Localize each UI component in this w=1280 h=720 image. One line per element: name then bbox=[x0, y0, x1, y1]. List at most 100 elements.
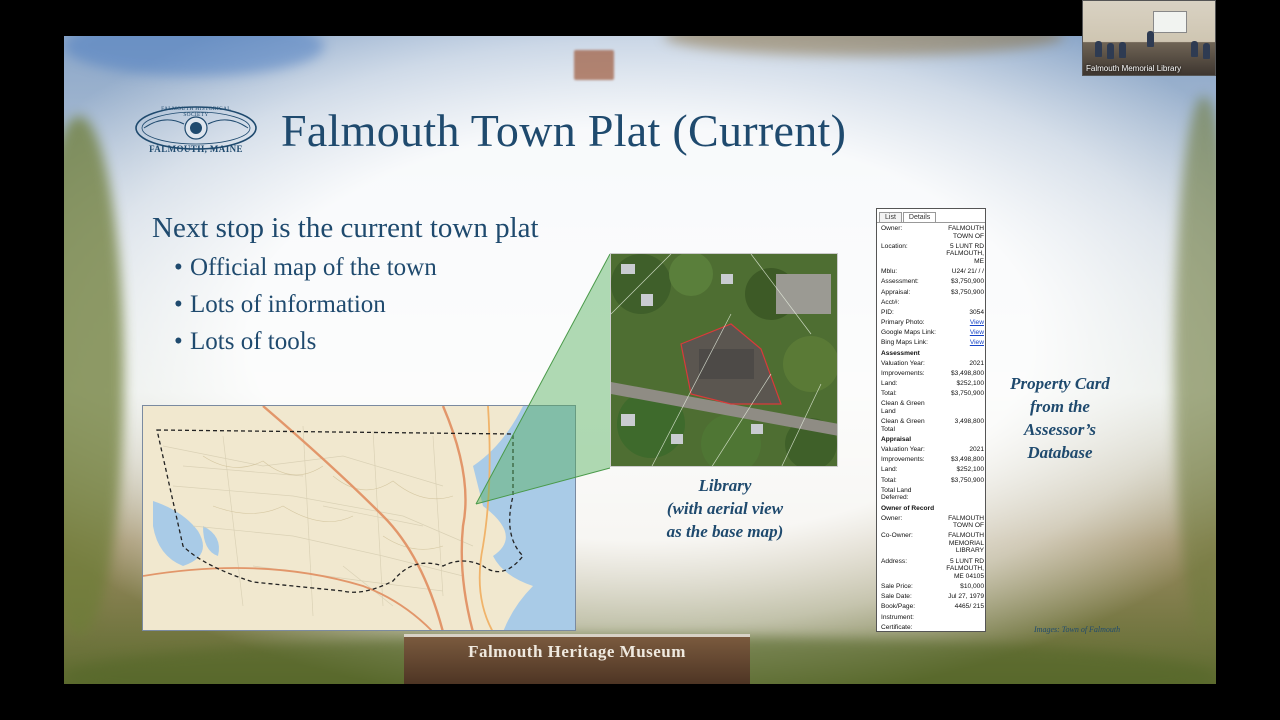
property-caption-line: Database bbox=[1027, 443, 1093, 462]
property-row-value bbox=[939, 299, 984, 307]
image-credit: Images: Town of Falmouth bbox=[1034, 625, 1121, 634]
property-row-label: Primary Photo: bbox=[881, 319, 925, 327]
property-row-value bbox=[939, 614, 984, 622]
property-row-label: Total: bbox=[881, 390, 897, 398]
property-row: Valuation Year: 2021 bbox=[881, 360, 984, 368]
property-row: Certificate: bbox=[881, 624, 984, 631]
property-row-label: Bing Maps Link: bbox=[881, 339, 928, 347]
assessment-header: Assessment bbox=[881, 349, 920, 357]
property-row-label: Sale Date: bbox=[881, 593, 912, 601]
property-row-value: U24/ 21/ / / bbox=[951, 268, 984, 276]
property-row-value: $3,750,900 bbox=[950, 476, 984, 484]
property-card-tabs: List Details bbox=[877, 209, 985, 223]
property-row-value: FALMOUTH TOWN OF bbox=[948, 225, 984, 240]
property-row-label: Address: bbox=[881, 557, 908, 565]
property-row: Land: $252,100 bbox=[881, 380, 984, 388]
property-caption-line: Property Card bbox=[1010, 374, 1110, 393]
property-row-label: Location: bbox=[881, 242, 908, 250]
property-row: Book/Page: 4465/ 215 bbox=[881, 603, 984, 611]
property-row-value: $3,750,900 bbox=[950, 278, 984, 286]
bullet-text: Lots of tools bbox=[190, 328, 317, 355]
tab-list[interactable]: List bbox=[879, 212, 902, 222]
owner-of-record-header: Owner of Record bbox=[881, 504, 935, 512]
property-row-label: Book/Page: bbox=[881, 603, 916, 611]
property-row-value: 3,498,800 bbox=[954, 418, 984, 426]
video-person bbox=[1095, 41, 1102, 57]
property-row-label: Improvements: bbox=[881, 456, 925, 464]
property-row-link[interactable]: View bbox=[939, 319, 984, 327]
property-row: Sale Price: $10,000 bbox=[881, 583, 984, 591]
bullet-text: Lots of information bbox=[190, 291, 386, 318]
aerial-caption-line: (with aerial view bbox=[666, 499, 784, 518]
property-row: Location: 5 LUNT RD FALMOUTH, ME bbox=[881, 243, 984, 266]
chimney bbox=[574, 50, 614, 80]
property-row-value: FALMOUTH MEMORIAL LIBRARY bbox=[948, 532, 984, 555]
property-row-link[interactable]: View bbox=[939, 329, 984, 337]
property-row-value: $3,750,900 bbox=[950, 288, 984, 296]
museum-sign-text: Falmouth Heritage Museum bbox=[468, 642, 686, 661]
property-row-label: Mblu: bbox=[881, 268, 898, 276]
property-row-value: 2021 bbox=[969, 359, 984, 367]
intro-text: Next stop is the current town plat bbox=[152, 212, 539, 244]
video-person bbox=[1107, 43, 1114, 59]
library-aerial-map bbox=[610, 253, 838, 467]
bullet-item: • Lots of tools bbox=[174, 328, 317, 355]
property-row-label: Clean & Green Total bbox=[881, 418, 925, 433]
foliage-left bbox=[64, 116, 124, 636]
property-row: Sale Date: Jul 27, 1979 bbox=[881, 593, 984, 601]
property-row: Appraisal: $3,750,900 bbox=[881, 289, 984, 297]
property-row-value: $3,498,800 bbox=[950, 456, 984, 464]
property-row: Clean & Green Total 3,498,800 bbox=[881, 418, 984, 433]
property-row-label: Total Land Deferred: bbox=[881, 486, 912, 502]
video-caption: Falmouth Memorial Library bbox=[1086, 64, 1182, 73]
property-row-label: Appraisal: bbox=[881, 288, 911, 296]
property-row-value: 2021 bbox=[969, 445, 984, 453]
property-card: List Details Owner: FALMOUTH TOWN OF Locat… bbox=[876, 208, 986, 632]
property-row-label: Total: bbox=[881, 476, 897, 484]
aerial-caption-line: Library bbox=[698, 476, 752, 495]
property-row-label: PID: bbox=[881, 308, 894, 316]
property-row-label: Land: bbox=[881, 466, 898, 474]
property-row-value: Jul 27, 1979 bbox=[948, 593, 984, 601]
property-row-link[interactable]: View bbox=[939, 339, 984, 347]
property-row-value bbox=[939, 624, 984, 631]
tab-details[interactable]: Details bbox=[902, 212, 937, 222]
property-row-label: Land: bbox=[881, 380, 898, 388]
aerial-caption: Library (with aerial view as the base ma… bbox=[650, 474, 800, 543]
property-row: Improvements: $3,498,800 bbox=[881, 370, 984, 378]
property-row-value: FALMOUTH TOWN OF bbox=[948, 514, 984, 530]
property-row: Clean & Green Land bbox=[881, 400, 984, 415]
property-row-value bbox=[939, 400, 984, 415]
video-person bbox=[1191, 41, 1198, 57]
property-row-value: 5 LUNT RD FALMOUTH, ME bbox=[946, 242, 984, 265]
property-row: Owner: FALMOUTH TOWN OF bbox=[881, 225, 984, 240]
property-row-label: Sale Price: bbox=[881, 583, 913, 591]
property-row-label: Assessment: bbox=[881, 278, 919, 286]
video-person bbox=[1203, 43, 1210, 59]
property-row: Google Maps Link: View bbox=[881, 329, 984, 337]
presentation-stage: FALMOUTH HISTORICAL SOCIETY FALMOUTH, MA… bbox=[0, 0, 1280, 720]
appraisal-header: Appraisal bbox=[881, 435, 912, 443]
property-row-value: 4465/ 215 bbox=[954, 603, 984, 611]
property-row: Land: $252,100 bbox=[881, 466, 984, 474]
bullet-item: • Official map of the town bbox=[174, 254, 437, 281]
property-row-label: Owner: bbox=[881, 514, 903, 522]
property-row: Bing Maps Link: View bbox=[881, 339, 984, 347]
logo-society-text: FALMOUTH HISTORICAL SOCIETY bbox=[161, 106, 231, 118]
property-row-value: $252,100 bbox=[956, 380, 984, 388]
property-row-label: Co-Owner: bbox=[881, 532, 913, 540]
property-caption-line: from the bbox=[1030, 397, 1090, 416]
property-row: Assessment: $3,750,900 bbox=[881, 278, 984, 286]
property-row: Total Land Deferred: bbox=[881, 487, 984, 502]
property-caption-line: Assessor’s bbox=[1023, 420, 1097, 439]
property-row: Valuation Year: 2021 bbox=[881, 446, 984, 454]
video-person bbox=[1119, 42, 1126, 58]
video-thumbnail[interactable]: Falmouth Memorial Library bbox=[1082, 0, 1216, 76]
property-row-label: Clean & Green Land bbox=[881, 400, 925, 415]
property-row: Acct#: bbox=[881, 299, 984, 307]
bullet-text: Official map of the town bbox=[190, 254, 437, 281]
property-row: Improvements: $3,498,800 bbox=[881, 456, 984, 464]
property-row-label: Acct#: bbox=[881, 298, 900, 306]
property-row: Co-Owner: FALMOUTH MEMORIAL LIBRARY bbox=[881, 532, 984, 555]
aerial-graphic bbox=[611, 254, 837, 466]
